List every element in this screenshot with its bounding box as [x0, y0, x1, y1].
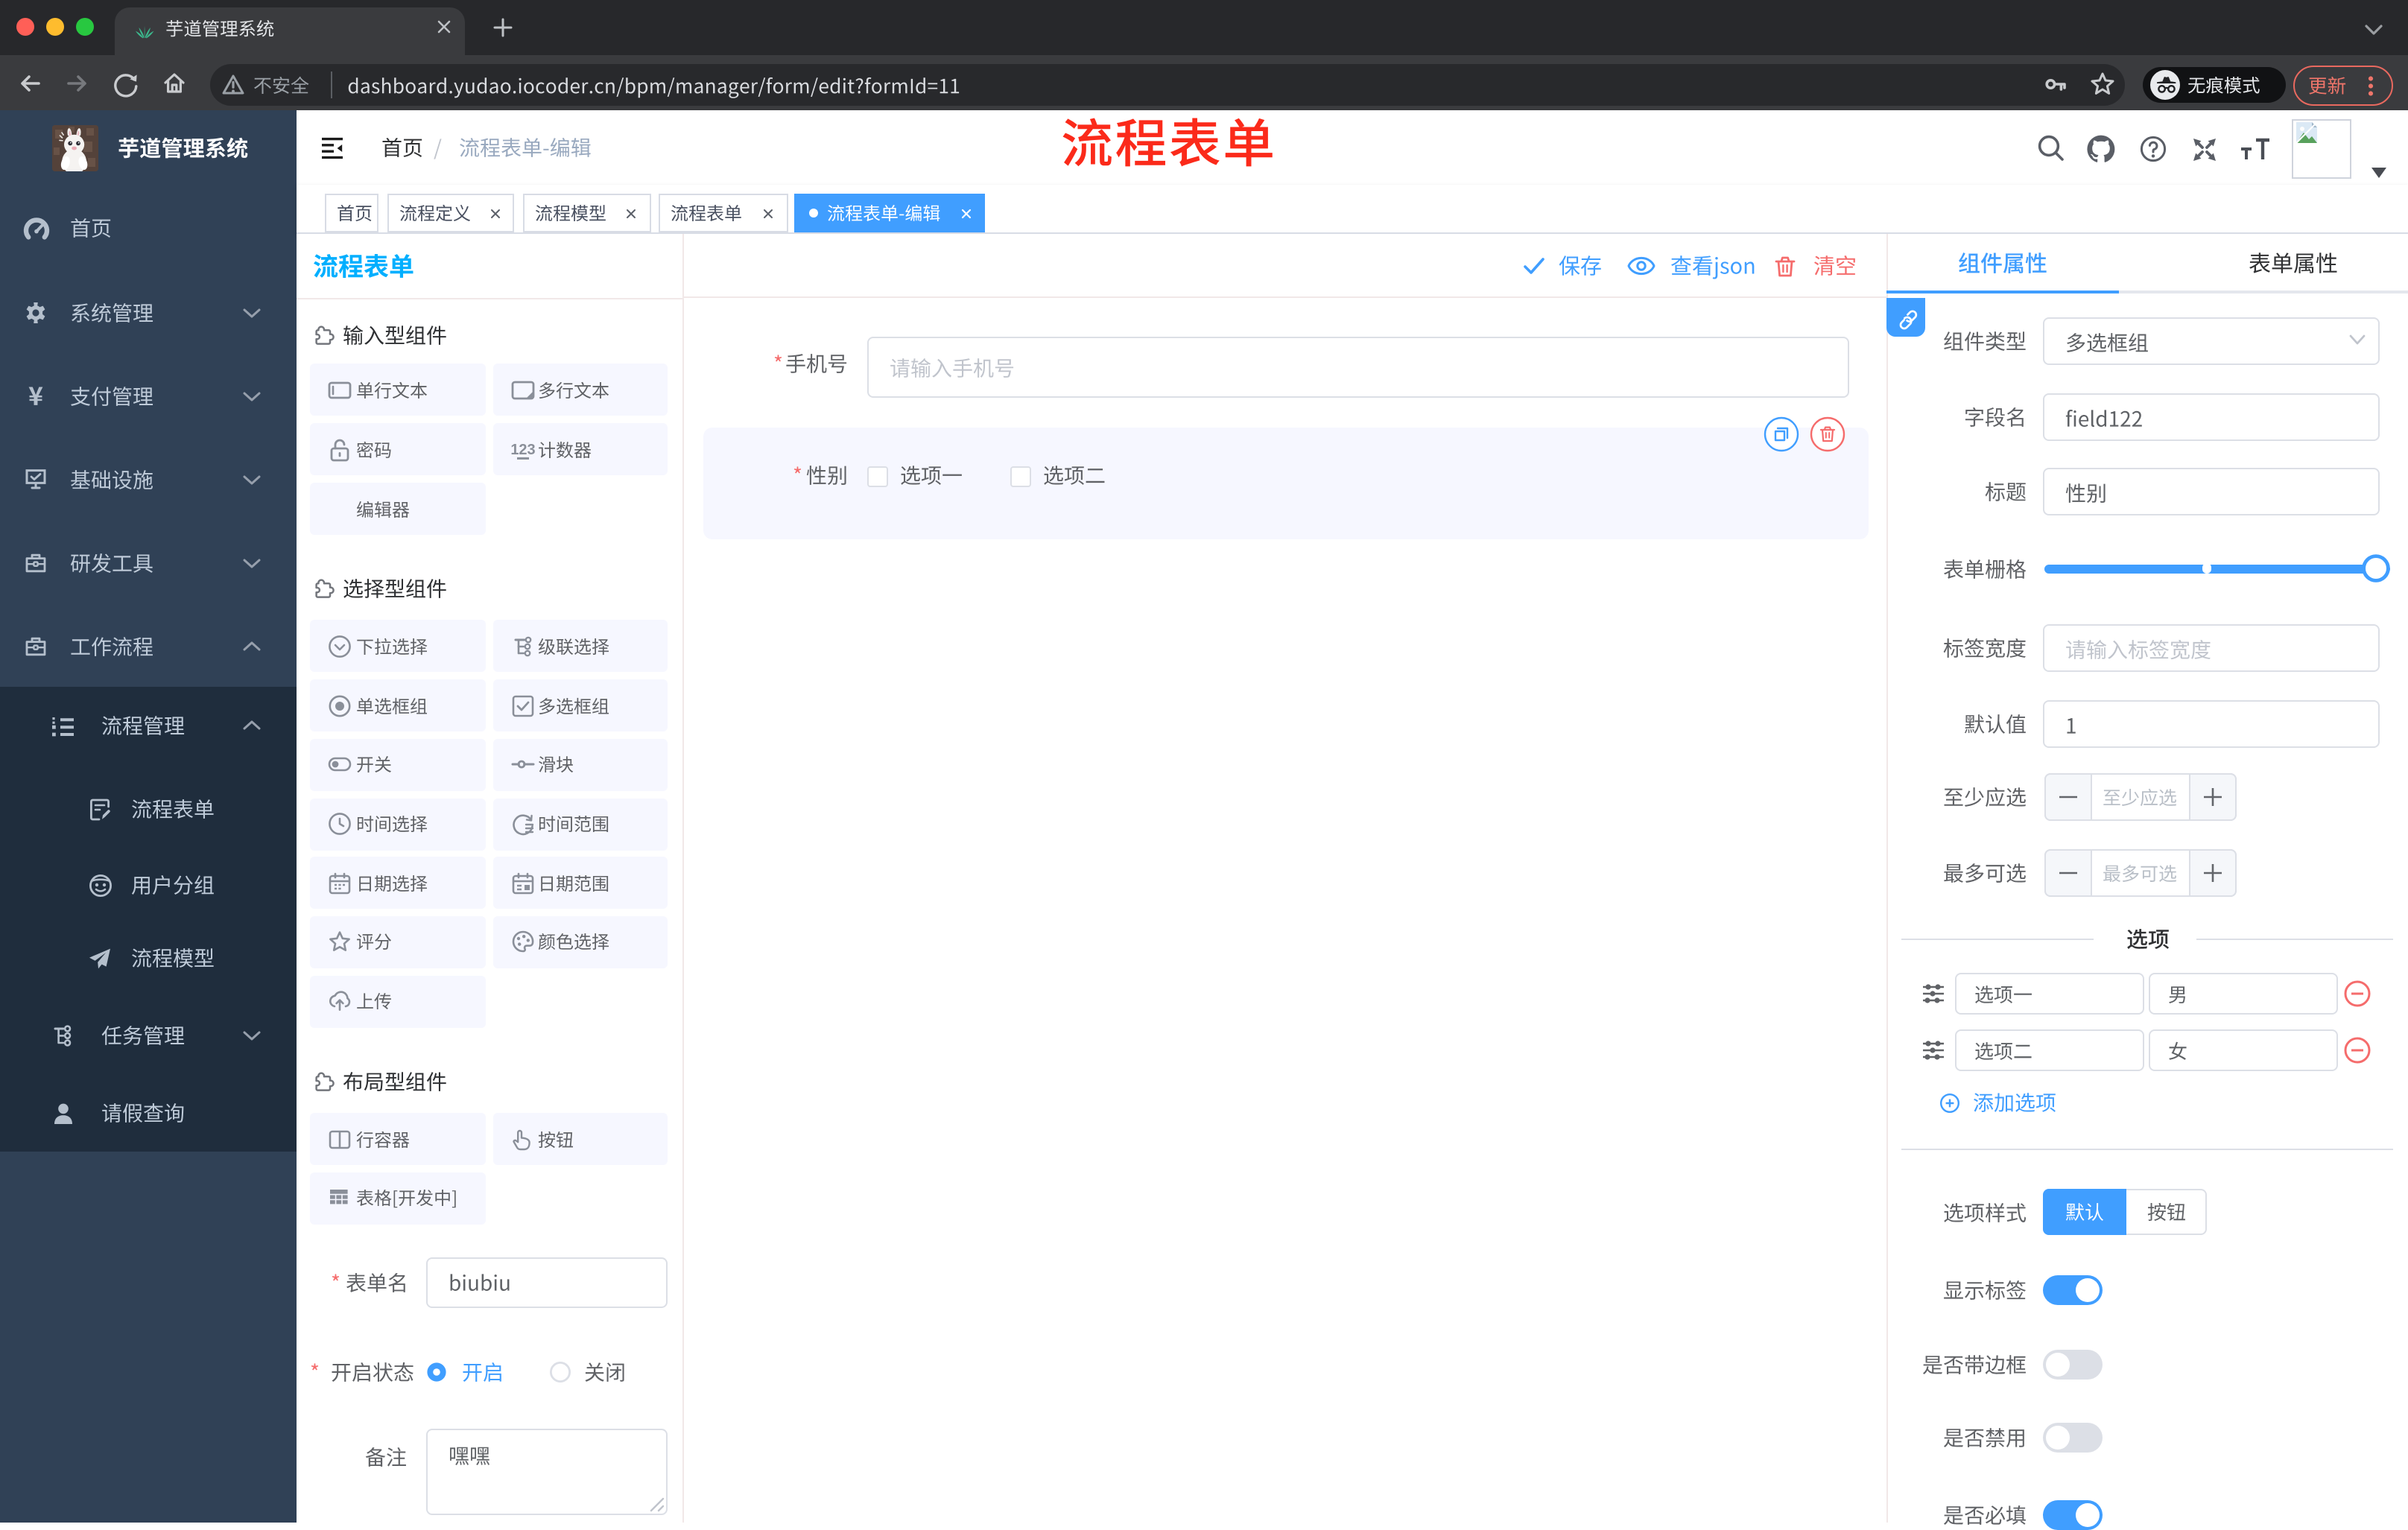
svg-text:123: 123 [510, 441, 535, 457]
